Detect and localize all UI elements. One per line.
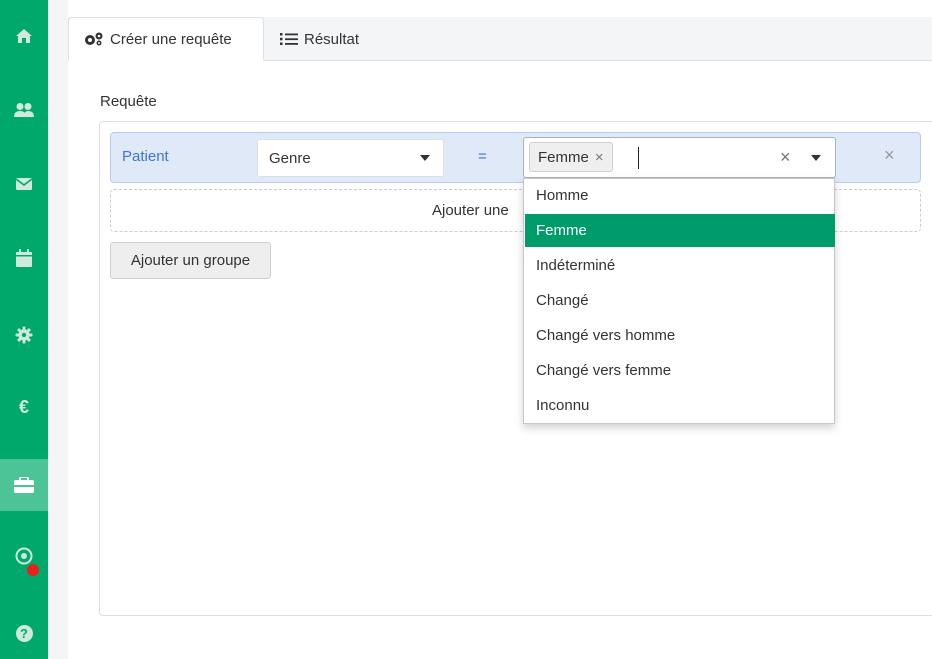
euro-icon: € <box>18 396 29 417</box>
sidebar-item-billing[interactable]: € <box>0 381 48 433</box>
dropdown-option-inconnu[interactable]: Inconnu <box>525 389 835 422</box>
sidebar-item-messages[interactable] <box>0 158 48 210</box>
field-select[interactable]: Genre <box>257 139 444 177</box>
add-rule-label: Ajouter une <box>432 202 509 219</box>
help-icon: ? <box>15 624 33 642</box>
field-select-value: Genre <box>269 149 311 167</box>
sidebar-item-tools[interactable] <box>0 459 48 511</box>
cogs-icon <box>85 32 103 46</box>
add-group-button[interactable]: Ajouter un groupe <box>110 242 271 279</box>
sidebar: € ? <box>0 0 48 659</box>
radar-icon <box>15 547 33 565</box>
home-icon <box>16 29 32 43</box>
tab-create-query-label: Créer une requête <box>110 30 232 48</box>
tab-result[interactable]: Résultat <box>280 17 359 61</box>
envelope-icon <box>15 178 33 190</box>
notification-dot <box>27 564 39 576</box>
rule-entity-label[interactable]: Patient <box>122 148 169 165</box>
dropdown-option-homme[interactable]: Homme <box>525 179 835 212</box>
value-dropdown-menu: Homme Femme Indéterminé Changé Changé ve… <box>523 178 835 424</box>
sidebar-item-home[interactable] <box>0 10 48 62</box>
sidebar-item-settings[interactable] <box>0 309 48 361</box>
tab-create-query[interactable]: Créer une requête <box>68 17 264 61</box>
dropdown-option-change-vers-homme[interactable]: Changé vers homme <box>525 319 835 352</box>
clear-all-icon[interactable]: × <box>780 147 791 168</box>
dropdown-option-femme[interactable]: Femme <box>525 214 835 247</box>
sidebar-item-monitoring[interactable] <box>0 530 48 582</box>
sidebar-item-calendar[interactable] <box>0 232 48 284</box>
dropdown-option-change[interactable]: Changé <box>525 284 835 317</box>
value-multiselect[interactable]: Femme × × <box>523 137 836 178</box>
list-icon <box>280 33 298 45</box>
selected-value-chip: Femme × <box>529 142 613 172</box>
dropdown-option-indetermine[interactable]: Indéterminé <box>525 249 835 282</box>
tab-result-label: Résultat <box>304 30 360 48</box>
calendar-icon <box>16 249 32 267</box>
query-section-label: Requête <box>100 93 157 110</box>
rule-operator[interactable]: = <box>478 148 487 165</box>
chip-label: Femme <box>538 148 589 166</box>
sidebar-item-users[interactable] <box>0 84 48 136</box>
sidebar-item-help[interactable]: ? <box>0 607 48 659</box>
chevron-down-icon[interactable] <box>811 155 821 161</box>
gear-icon <box>15 326 33 344</box>
toolbox-icon <box>14 477 34 493</box>
text-cursor <box>638 147 639 169</box>
dropdown-option-change-vers-femme[interactable]: Changé vers femme <box>525 354 835 387</box>
remove-rule-icon[interactable]: × <box>884 145 895 166</box>
chevron-down-icon <box>420 155 430 161</box>
tab-bar: Créer une requête Résultat <box>68 17 932 61</box>
users-icon <box>14 103 34 117</box>
chip-remove-icon[interactable]: × <box>595 149 604 166</box>
